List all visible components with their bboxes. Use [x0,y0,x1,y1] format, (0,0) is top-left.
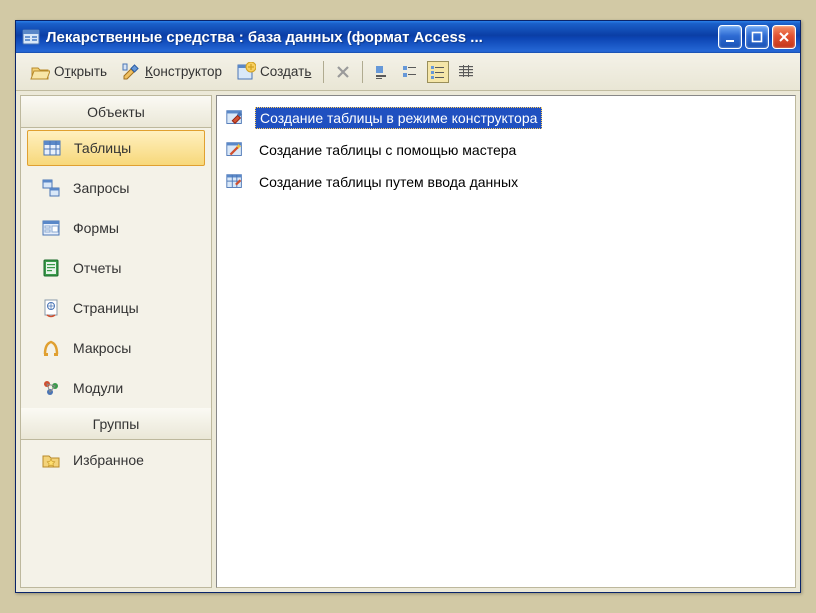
sidebar-item-modules[interactable]: Модули [21,368,211,408]
sidebar-item-forms[interactable]: Формы [21,208,211,248]
sidebar-item-label: Макросы [73,340,131,356]
list-item[interactable]: Создание таблицы в режиме конструктора [225,102,787,134]
objects-sidebar: Объекты Таблицы Запросы Формы [20,95,212,588]
create-icon [236,62,256,82]
favorites-icon [41,450,61,470]
design-icon [121,62,141,82]
sidebar-item-label: Отчеты [73,260,121,276]
sidebar-item-label: Страницы [73,300,139,316]
toolbar-separator [323,61,324,83]
sidebar-item-queries[interactable]: Запросы [21,168,211,208]
reports-icon [41,258,61,278]
sidebar-item-label: Таблицы [74,140,131,156]
database-window: Лекарственные средства : база данных (фо… [15,20,801,593]
sidebar-item-label: Формы [73,220,119,236]
design-button[interactable]: Конструктор [117,59,226,85]
details-view-button[interactable] [455,61,477,83]
maximize-button[interactable] [745,25,769,49]
open-icon [30,62,50,82]
tables-icon [42,138,62,158]
queries-icon [41,178,61,198]
create-button[interactable]: Создать [232,59,315,85]
app-icon [22,28,40,46]
sidebar-item-reports[interactable]: Отчеты [21,248,211,288]
groups-header[interactable]: Группы [21,408,211,440]
toolbar: Открыть Конструктор Создать [16,53,800,91]
wizard-design-icon [225,108,245,128]
list-item-label: Создание таблицы с помощью мастера [255,140,520,160]
toolbar-separator [362,61,363,83]
sidebar-item-pages[interactable]: Страницы [21,288,211,328]
list-item[interactable]: Создание таблицы с помощью мастера [225,134,787,166]
wizard-wand-icon [225,140,245,160]
open-button[interactable]: Открыть [26,59,111,85]
large-icons-button[interactable] [371,61,393,83]
sidebar-item-label: Избранное [73,452,144,468]
window-title: Лекарственные средства : база данных (фо… [46,29,718,46]
sidebar-item-label: Запросы [73,180,129,196]
modules-icon [41,378,61,398]
wizard-datasheet-icon [225,172,245,192]
list-item-label: Создание таблицы в режиме конструктора [255,107,542,129]
sidebar-item-macros[interactable]: Макросы [21,328,211,368]
minimize-button[interactable] [718,25,742,49]
window-buttons [718,25,796,49]
sidebar-item-label: Модули [73,380,123,396]
list-view-button[interactable] [427,61,449,83]
list-item[interactable]: Создание таблицы путем ввода данных [225,166,787,198]
window-body: Объекты Таблицы Запросы Формы [16,91,800,592]
delete-button[interactable] [332,61,354,83]
close-button[interactable] [772,25,796,49]
objects-header[interactable]: Объекты [21,96,211,128]
main-list[interactable]: Создание таблицы в режиме конструктора С… [216,95,796,588]
forms-icon [41,218,61,238]
sidebar-item-favorites[interactable]: Избранное [21,440,211,480]
sidebar-item-tables[interactable]: Таблицы [27,130,205,166]
title-bar: Лекарственные средства : база данных (фо… [16,21,800,53]
list-item-label: Создание таблицы путем ввода данных [255,172,522,192]
small-icons-button[interactable] [399,61,421,83]
macros-icon [41,338,61,358]
pages-icon [41,298,61,318]
